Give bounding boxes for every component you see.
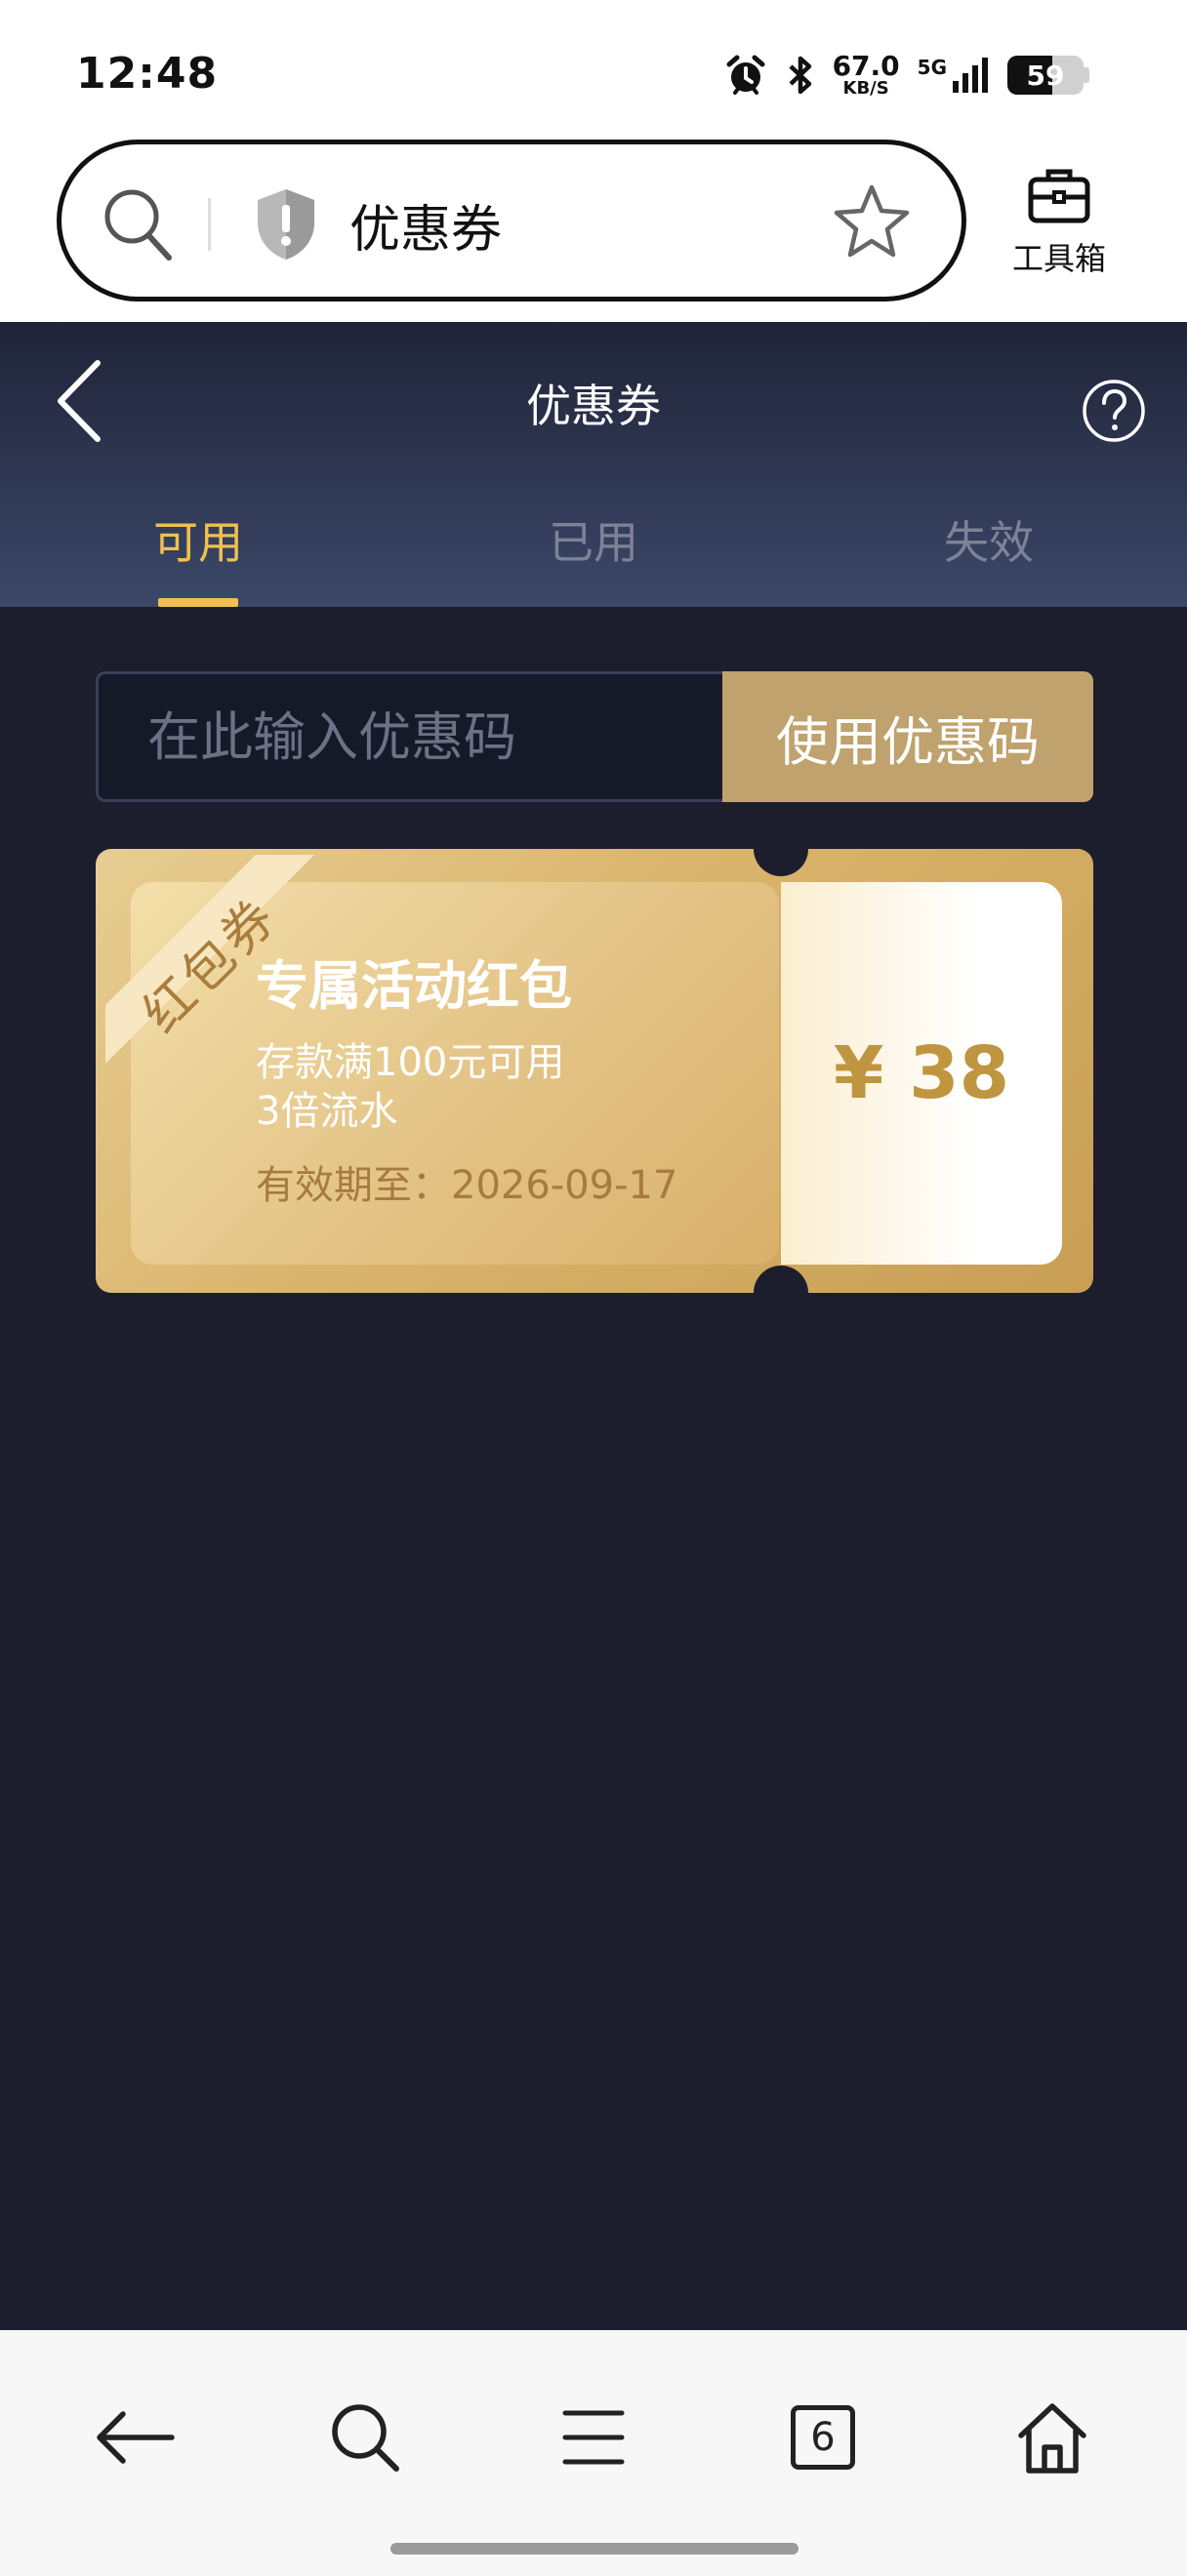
coupon-amount: ¥ 38 [833, 1031, 1010, 1115]
net-speed-value: 67.0 [832, 50, 900, 82]
nav-tabs-button[interactable]: 6 [774, 2389, 872, 2486]
net-speed: 67.0 KB/S [833, 53, 900, 98]
home-indicator[interactable] [390, 2543, 798, 2555]
battery-level: 59 [1007, 56, 1084, 95]
coupon-title: 专属活动红包 [256, 955, 572, 1017]
battery-text: 59 [1026, 59, 1065, 92]
status-time: 12:48 [76, 49, 219, 99]
nav-home-button[interactable] [1003, 2389, 1101, 2486]
bottom-nav: 6 [0, 2330, 1187, 2576]
page-title: 优惠券 [526, 380, 661, 432]
coupon-wagering: 3倍流水 [256, 1089, 398, 1134]
help-icon[interactable] [1082, 379, 1146, 443]
coupon-amount-panel: ¥ 38 [781, 882, 1062, 1265]
coupon-card[interactable]: 红包券 专属活动红包 存款满100元可用 3倍流水 有效期至：2026-09-1… [96, 849, 1093, 1293]
tab-available[interactable]: 可用 [101, 507, 296, 572]
status-bar: 12:48 67.0 KB/S 5G 59 [0, 0, 1187, 137]
toolbox-button[interactable]: 工具箱 [996, 166, 1123, 279]
tab-active-indicator [158, 598, 238, 607]
nav-search-button[interactable] [316, 2389, 414, 2486]
url-divider [208, 198, 211, 251]
home-icon[interactable] [1015, 2400, 1089, 2475]
coupon-code-input[interactable] [96, 671, 722, 802]
url-text[interactable]: 优惠券 [349, 188, 502, 262]
toolbox-label: 工具箱 [1011, 240, 1106, 277]
network-type: 5G [917, 56, 947, 79]
use-coupon-button[interactable]: 使用优惠码 [722, 671, 1093, 802]
toolbox-icon[interactable] [1027, 166, 1091, 224]
nav-menu-button[interactable] [545, 2389, 642, 2486]
menu-icon[interactable] [561, 2405, 626, 2470]
alarm-icon [726, 55, 765, 95]
status-icons: 67.0 KB/S 5G 59 [723, 51, 1089, 100]
tabs-icon[interactable]: 6 [791, 2405, 855, 2470]
tab-bar: 可用 已用 失效 [0, 507, 1187, 607]
coupon-expiry: 有效期至：2026-09-17 [256, 1163, 678, 1208]
shield-warning-icon[interactable] [252, 185, 320, 263]
tab-expired[interactable]: 失效 [891, 507, 1086, 572]
signal-icon: 5G [918, 56, 990, 95]
search-icon[interactable] [328, 2400, 402, 2475]
nav-back-button[interactable] [86, 2389, 184, 2486]
search-icon[interactable] [101, 185, 175, 263]
battery-cap [1084, 67, 1089, 83]
tab-used[interactable]: 已用 [496, 507, 691, 572]
url-bar[interactable]: 优惠券 [57, 140, 966, 302]
browser-toolbar: 优惠券 工具箱 [0, 137, 1187, 322]
bluetooth-icon [789, 56, 811, 95]
coupon-code-row: 使用优惠码 [96, 671, 1093, 802]
star-icon[interactable] [833, 181, 911, 260]
net-speed-unit: KB/S [842, 78, 889, 99]
app-header: 优惠券 可用 已用 失效 [0, 322, 1187, 607]
battery-icon: 59 [1007, 56, 1089, 95]
back-arrow-icon[interactable] [94, 2408, 176, 2467]
